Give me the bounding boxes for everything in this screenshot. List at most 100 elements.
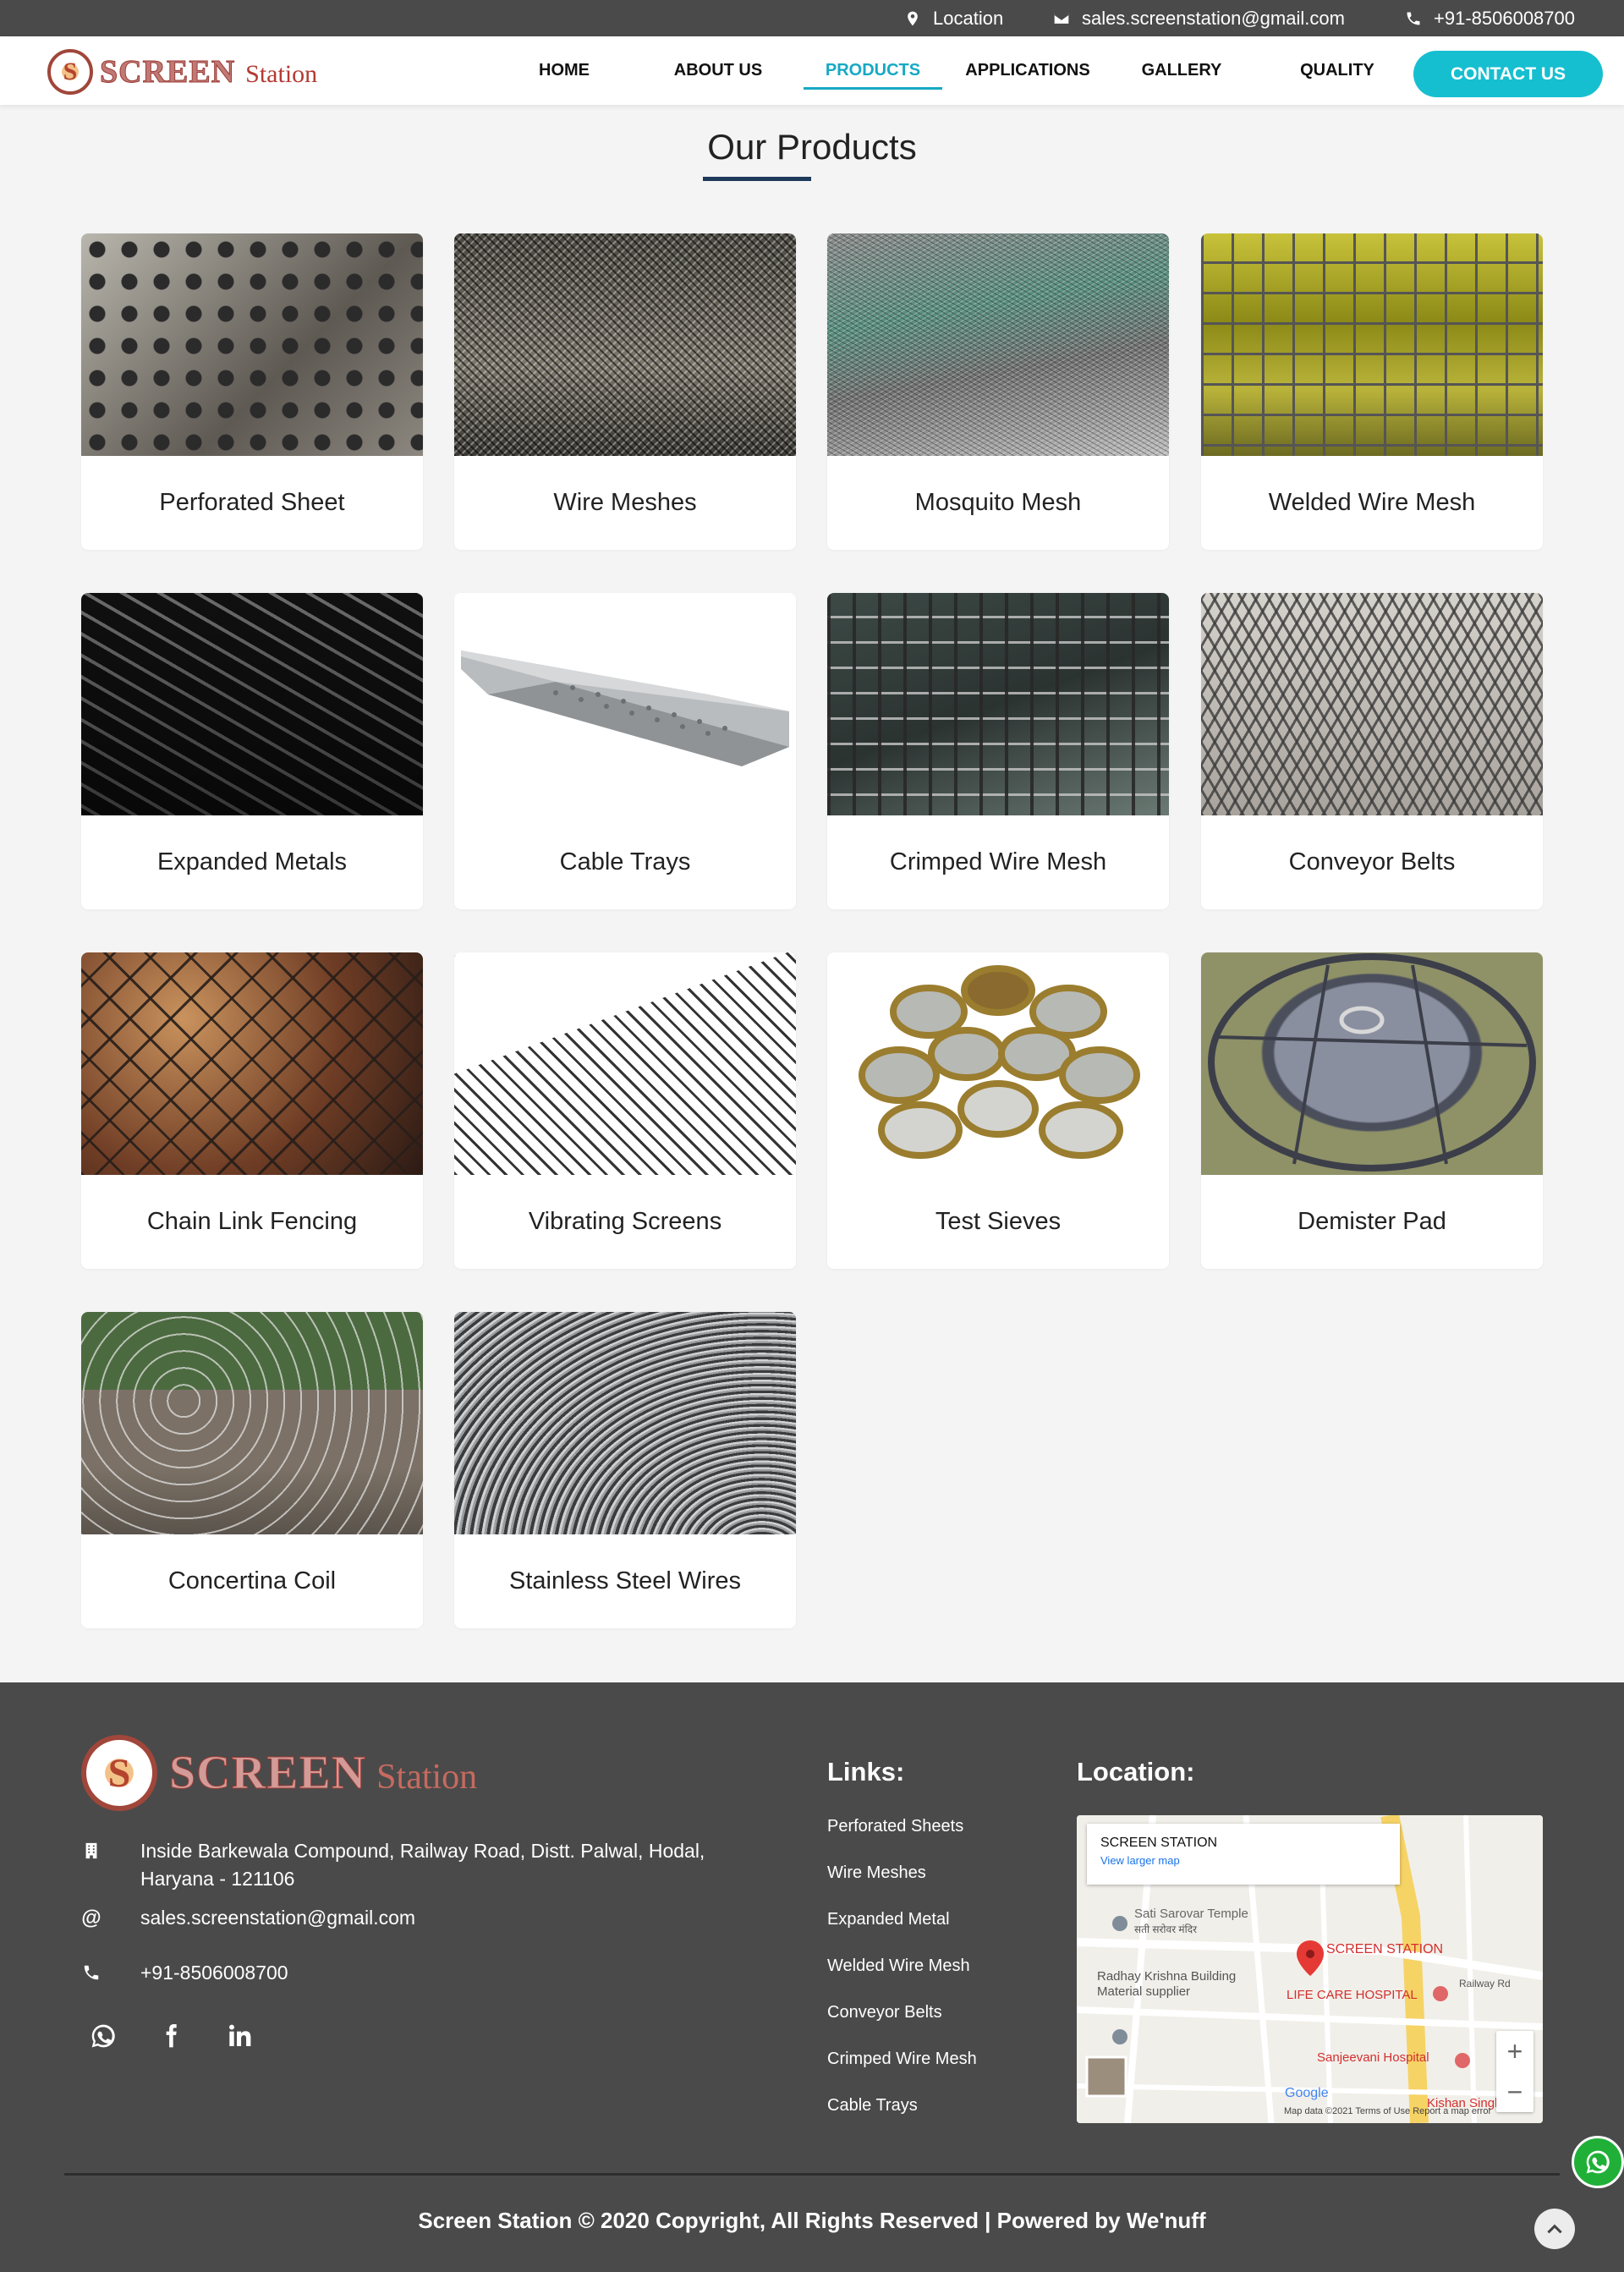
product-label: Demister Pad xyxy=(1298,1208,1446,1235)
location-map[interactable]: SCREEN STATION View larger map Sati Saro… xyxy=(1077,1815,1543,2123)
location-pin-icon xyxy=(908,11,918,25)
products-section-header: Our Products xyxy=(0,127,1624,181)
map-pin-label: SCREEN STATION xyxy=(1326,1942,1444,1956)
product-label: Mosquito Mesh xyxy=(914,489,1082,516)
at-sign-icon: @ xyxy=(81,1906,102,1929)
product-card-wire-meshes[interactable]: Wire Meshes xyxy=(454,233,796,550)
address-text: Inside Barkewala Compound, Railway Road,… xyxy=(140,1840,705,1890)
product-label: Vibrating Screens xyxy=(528,1208,722,1235)
footer-phone-text: +91-8506008700 xyxy=(140,1962,288,1984)
logo-emblem: S xyxy=(47,49,93,95)
product-card-crimped-wire-mesh[interactable]: Crimped Wire Mesh xyxy=(827,593,1169,909)
nav-quality[interactable]: QUALITY xyxy=(1286,36,1389,105)
product-card-cable-trays[interactable]: Cable Trays xyxy=(454,593,796,909)
product-card-expanded-metals[interactable]: Expanded Metals xyxy=(81,593,423,909)
footer-link-perforated-sheets[interactable]: Perforated Sheets xyxy=(827,1817,963,1836)
footer-link-crimped-wire-mesh[interactable]: Crimped Wire Mesh xyxy=(827,2050,977,2069)
product-card-demister-pad[interactable]: Demister Pad xyxy=(1201,952,1543,1269)
product-image xyxy=(454,1312,796,1534)
product-image xyxy=(81,593,423,815)
nav-products[interactable]: PRODUCTS xyxy=(804,36,942,105)
product-image xyxy=(827,233,1169,456)
building-icon xyxy=(85,1842,97,1859)
product-image xyxy=(81,1312,423,1534)
whatsapp-icon xyxy=(1586,2150,1610,2174)
nav-gallery[interactable]: GALLERY xyxy=(1130,36,1233,105)
product-card-conveyor-belts[interactable]: Conveyor Belts xyxy=(1201,593,1543,909)
copyright-text: Screen Station © 2020 Copyright, All Rig… xyxy=(418,2208,1206,2233)
product-label: Perforated Sheet xyxy=(159,489,345,516)
footer-link-expanded-metal[interactable]: Expanded Metal xyxy=(827,1910,950,1929)
product-image xyxy=(1201,593,1543,815)
product-image xyxy=(827,593,1169,815)
site-header: S SCREEN Station HOME ABOUT US PRODUCTS … xyxy=(0,36,1624,105)
contact-us-button[interactable]: CONTACT US xyxy=(1413,51,1603,97)
product-image xyxy=(1201,952,1543,1175)
product-label: Cable Trays xyxy=(559,848,691,875)
location-link[interactable]: Location xyxy=(904,0,1003,36)
product-card-concertina-coil[interactable]: Concertina Coil xyxy=(81,1312,423,1628)
whatsapp-chat-button[interactable] xyxy=(1572,2136,1624,2188)
phone-icon xyxy=(1407,12,1420,25)
footer-email[interactable]: @ sales.screenstation@gmail.com xyxy=(81,1904,415,1932)
nav-home[interactable]: HOME xyxy=(518,36,611,105)
nav-applications[interactable]: APPLICATIONS xyxy=(956,36,1100,105)
map-label: Sanjeevani Hospital xyxy=(1317,2050,1429,2065)
product-image xyxy=(81,233,423,456)
product-card-vibrating-screens[interactable]: Vibrating Screens xyxy=(454,952,796,1269)
map-place-title: SCREEN STATION xyxy=(1100,1836,1218,1850)
product-card-stainless-steel-wires[interactable]: Stainless Steel Wires xyxy=(454,1312,796,1628)
phone-icon xyxy=(84,1965,99,1980)
top-bar: Location sales.screenstation@gmail.com +… xyxy=(0,0,1624,36)
email-label: sales.screenstation@gmail.com xyxy=(1082,7,1345,29)
product-label: Chain Link Fencing xyxy=(146,1208,358,1235)
map-label: Material supplier xyxy=(1097,1984,1191,1999)
map-label: Sati Sarovar Temple xyxy=(1134,1907,1248,1921)
footer-link-cable-trays[interactable]: Cable Trays xyxy=(827,2096,918,2116)
phone-label: +91-8506008700 xyxy=(1434,7,1575,29)
links-heading: Links: xyxy=(827,1757,905,1786)
envelope-icon xyxy=(1054,13,1069,24)
product-image xyxy=(454,233,796,456)
footer-link-wire-meshes[interactable]: Wire Meshes xyxy=(827,1863,926,1883)
product-label: Crimped Wire Mesh xyxy=(889,848,1107,875)
logo-wordmark: SCREEN Station xyxy=(168,1747,478,1800)
product-card-chain-link-fencing[interactable]: Chain Link Fencing xyxy=(81,952,423,1269)
footer-phone[interactable]: +91-8506008700 xyxy=(81,1959,288,1987)
product-card-mosquito-mesh[interactable]: Mosquito Mesh xyxy=(827,233,1169,550)
page-title: Our Products xyxy=(707,127,917,167)
footer-logo[interactable]: S SCREEN Station xyxy=(81,1735,477,1811)
map-label: Railway Rd xyxy=(1459,1978,1511,1989)
footer-email-text: sales.screenstation@gmail.com xyxy=(140,1907,416,1929)
product-card-perforated-sheet[interactable]: Perforated Sheet xyxy=(81,233,423,550)
product-image xyxy=(81,952,423,1175)
product-card-welded-wire-mesh[interactable]: Welded Wire Mesh xyxy=(1201,233,1543,550)
social-links xyxy=(90,2022,252,2050)
zoom-out-button[interactable]: − xyxy=(1496,2072,1533,2112)
footer-address: Inside Barkewala Compound, Railway Road,… xyxy=(81,1837,775,1893)
footer-link-welded-wire-mesh[interactable]: Welded Wire Mesh xyxy=(827,1956,970,1976)
map-legal-text: Map data ©2021 Terms of Use Report a map… xyxy=(1284,2106,1492,2116)
product-card-test-sieves[interactable]: Test Sieves xyxy=(827,952,1169,1269)
view-larger-map-link[interactable]: View larger map xyxy=(1100,1854,1386,1867)
footer-link-conveyor-belts[interactable]: Conveyor Belts xyxy=(827,2003,942,2022)
product-image xyxy=(454,952,796,1175)
product-label: Stainless Steel Wires xyxy=(509,1567,741,1594)
phone-link[interactable]: +91-8506008700 xyxy=(1405,0,1575,36)
linkedin-icon[interactable] xyxy=(225,2022,252,2050)
brand-logo[interactable]: S SCREEN Station xyxy=(47,49,317,95)
product-image xyxy=(454,593,796,815)
whatsapp-icon[interactable] xyxy=(90,2022,117,2050)
product-label: Concertina Coil xyxy=(167,1567,337,1594)
product-label: Expanded Metals xyxy=(156,848,348,875)
facebook-icon[interactable] xyxy=(157,2022,184,2050)
nav-about-us[interactable]: ABOUT US xyxy=(667,36,770,105)
zoom-in-button[interactable]: + xyxy=(1496,2031,1533,2072)
map-info-card: SCREEN STATION View larger map xyxy=(1087,1824,1400,1885)
scroll-to-top-button[interactable] xyxy=(1534,2209,1575,2249)
logo-wordmark: SCREEN Station xyxy=(99,54,318,91)
title-underline xyxy=(703,177,811,181)
map-zoom-controls: + − xyxy=(1496,2031,1533,2112)
google-logo: Google xyxy=(1285,2086,1329,2100)
email-link[interactable]: sales.screenstation@gmail.com xyxy=(1053,0,1345,36)
